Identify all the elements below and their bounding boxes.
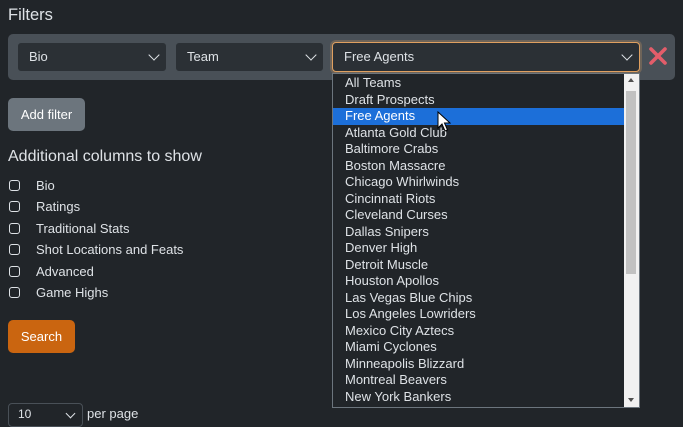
dropdown-option[interactable]: Cincinnati Riots bbox=[333, 191, 624, 208]
dropdown-option[interactable]: Free Agents bbox=[333, 108, 624, 125]
dropdown-option[interactable]: Draft Prospects bbox=[333, 92, 624, 109]
dropdown-option[interactable]: Miami Cyclones bbox=[333, 339, 624, 356]
per-page-value: 10 bbox=[18, 407, 32, 421]
column-checkbox-label: Shot Locations and Feats bbox=[36, 241, 184, 257]
column-checkbox-label: Ratings bbox=[36, 198, 81, 214]
filter-field-value: Team bbox=[187, 49, 219, 64]
dropdown-option[interactable]: Boston Massacre bbox=[333, 158, 624, 175]
column-option[interactable]: Shot Locations and Feats bbox=[9, 240, 183, 258]
add-filter-button[interactable]: Add filter bbox=[8, 98, 85, 131]
chevron-down-icon bbox=[65, 408, 76, 419]
filter-category-value: Bio bbox=[29, 49, 48, 64]
per-page-label: per page bbox=[87, 406, 139, 421]
column-checkbox[interactable] bbox=[9, 286, 20, 298]
dropdown-option[interactable]: Las Vegas Blue Chips bbox=[333, 290, 624, 307]
filter-value-value: Free Agents bbox=[344, 49, 415, 64]
team-dropdown-list[interactable]: All Teams Draft Prospects Free Agents Atlan… bbox=[332, 73, 640, 408]
columns-heading: Additional columns to show bbox=[8, 148, 202, 165]
dropdown-option[interactable]: Los Angeles Lowriders bbox=[333, 306, 624, 323]
dropdown-option[interactable]: Denver High bbox=[333, 240, 624, 257]
dropdown-option[interactable]: Mexico City Aztecs bbox=[333, 323, 624, 340]
column-option[interactable]: Game Highs bbox=[9, 283, 108, 301]
filters-heading: Filters bbox=[8, 6, 53, 24]
column-option[interactable]: Ratings bbox=[9, 197, 80, 215]
scroll-down-arrow-icon[interactable] bbox=[628, 398, 634, 402]
per-page-select[interactable]: 10 bbox=[8, 403, 83, 427]
dropdown-option[interactable]: New York Bankers bbox=[333, 389, 624, 406]
search-button[interactable]: Search bbox=[8, 320, 75, 353]
filter-category-select[interactable]: Bio bbox=[17, 42, 167, 72]
dropdown-option[interactable]: Cleveland Curses bbox=[333, 207, 624, 224]
dropdown-option[interactable]: All Teams bbox=[333, 75, 624, 92]
column-checkbox[interactable] bbox=[9, 179, 20, 191]
filter-value-select[interactable]: Free Agents bbox=[332, 42, 640, 72]
filter-field-select[interactable]: Team bbox=[175, 42, 324, 72]
chevron-down-icon bbox=[148, 49, 160, 61]
column-checkbox[interactable] bbox=[9, 265, 20, 277]
dropdown-option[interactable]: Montreal Beavers bbox=[333, 372, 624, 389]
chevron-down-icon bbox=[305, 49, 317, 61]
column-checkbox-label: Game Highs bbox=[36, 284, 109, 300]
column-option[interactable]: Traditional Stats bbox=[9, 219, 129, 237]
column-option[interactable]: Advanced bbox=[9, 262, 94, 280]
column-checkbox[interactable] bbox=[9, 243, 20, 255]
mouse-pointer-icon bbox=[437, 111, 451, 132]
dropdown-option[interactable]: Baltimore Crabs bbox=[333, 141, 624, 158]
close-x-icon[interactable] bbox=[648, 46, 668, 66]
column-checkbox-label: Advanced bbox=[36, 263, 94, 279]
column-checkbox[interactable] bbox=[9, 222, 20, 234]
dropdown-option[interactable]: Chicago Whirlwinds bbox=[333, 174, 624, 191]
dropdown-option[interactable]: Houston Apollos bbox=[333, 273, 624, 290]
dropdown-option[interactable]: Detroit Muscle bbox=[333, 257, 624, 274]
column-option[interactable]: Bio bbox=[9, 176, 55, 194]
scrollbar-thumb[interactable] bbox=[626, 91, 636, 274]
dropdown-option[interactable]: Dallas Snipers bbox=[333, 224, 624, 241]
column-checkbox-label: Traditional Stats bbox=[36, 220, 130, 236]
dropdown-option[interactable]: Atlanta Gold Club bbox=[333, 125, 624, 142]
column-checkbox-label: Bio bbox=[36, 177, 55, 193]
dropdown-scrollbar[interactable] bbox=[624, 74, 639, 407]
chevron-down-icon bbox=[621, 49, 633, 61]
scroll-up-arrow-icon[interactable] bbox=[628, 78, 634, 82]
dropdown-option[interactable]: Minneapolis Blizzard bbox=[333, 356, 624, 373]
column-checkbox[interactable] bbox=[9, 200, 20, 212]
